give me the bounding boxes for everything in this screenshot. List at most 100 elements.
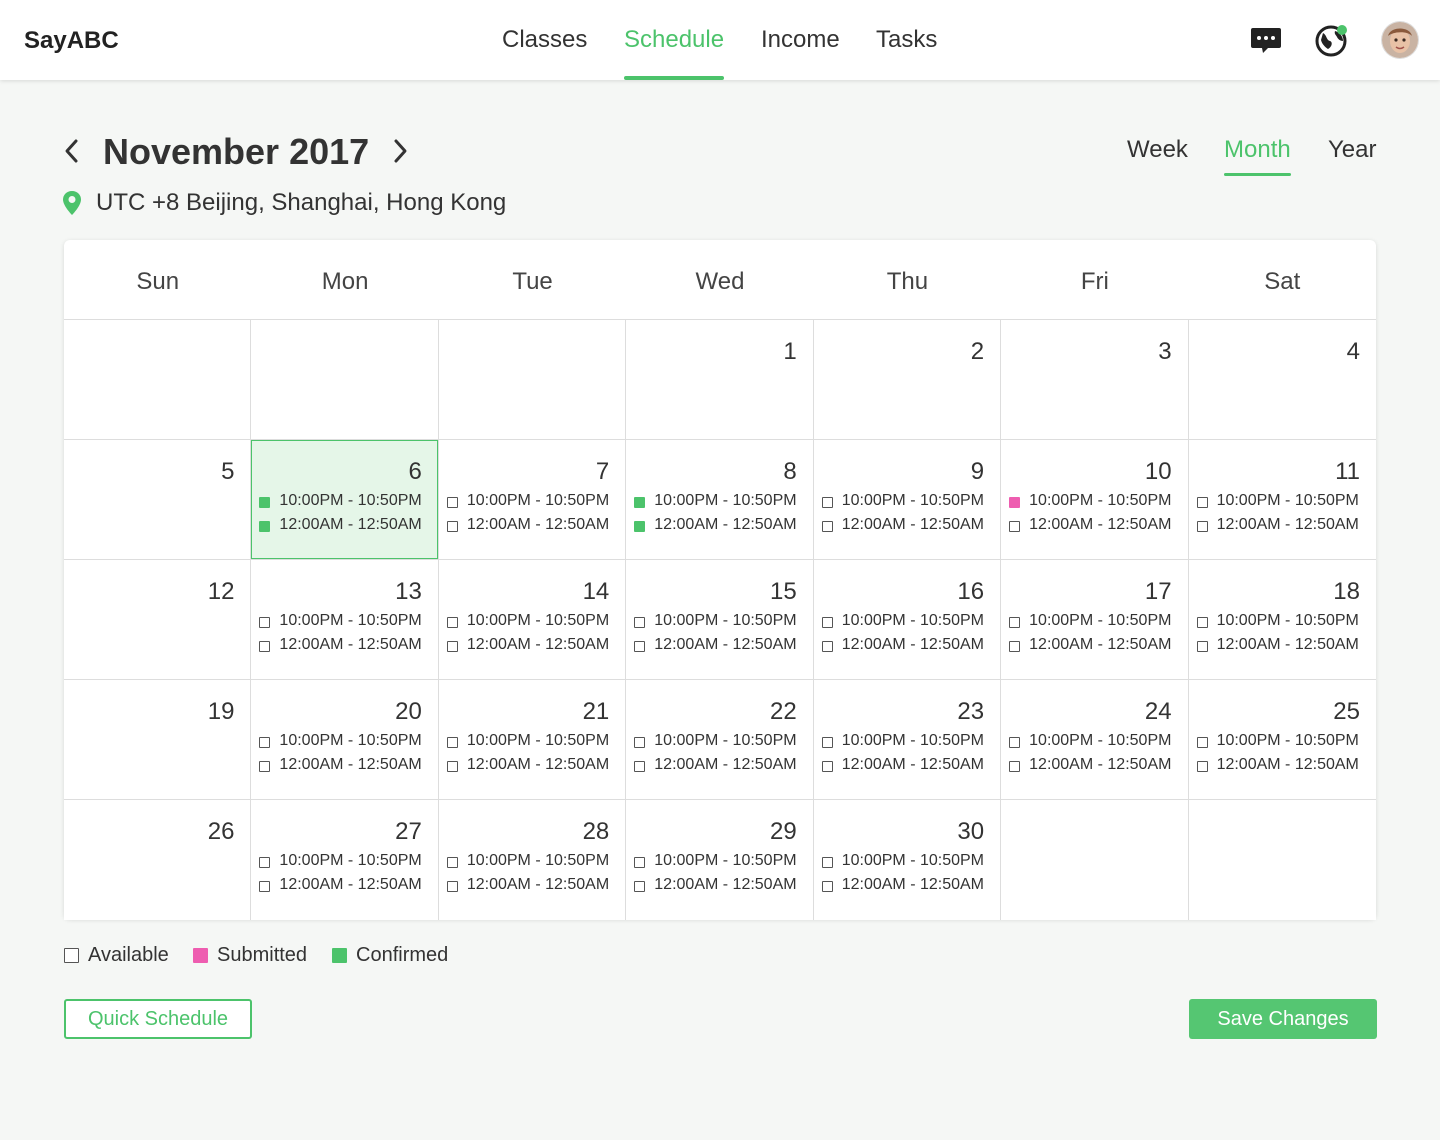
empty-day-cell[interactable] bbox=[1001, 800, 1189, 920]
day-cell-1[interactable]: 1 bbox=[626, 320, 814, 440]
slot-checkbox[interactable] bbox=[1009, 761, 1021, 772]
slot-checkbox[interactable] bbox=[634, 497, 646, 508]
slot-checkbox[interactable] bbox=[1009, 497, 1021, 508]
slot-checkbox[interactable] bbox=[446, 857, 458, 868]
day-cell-9[interactable]: 9 10:00PM - 10:50PM 12:00AM - 12:50AM bbox=[813, 440, 1002, 560]
slot-checkbox[interactable] bbox=[1009, 737, 1021, 748]
slot-checkbox[interactable] bbox=[259, 617, 271, 628]
day-cell-16[interactable]: 16 10:00PM - 10:50PM 12:00AM - 12:50AM bbox=[813, 560, 1002, 680]
empty-day-cell[interactable] bbox=[438, 320, 627, 440]
slot-checkbox[interactable] bbox=[259, 497, 271, 508]
slot-checkbox[interactable] bbox=[821, 617, 833, 628]
chat-icon[interactable] bbox=[1248, 22, 1284, 58]
slot-checkbox[interactable] bbox=[821, 521, 833, 532]
view-tab-week[interactable]: Week bbox=[1127, 136, 1188, 176]
slot-checkbox[interactable] bbox=[1009, 521, 1021, 532]
day-cell-18[interactable]: 18 10:00PM - 10:50PM 12:00AM - 12:50AM bbox=[1188, 560, 1376, 680]
slot-time-label: 12:00AM - 12:50AM bbox=[654, 636, 797, 653]
slot-checkbox[interactable] bbox=[634, 617, 646, 628]
slot-checkbox[interactable] bbox=[259, 761, 271, 772]
day-cell-25[interactable]: 25 10:00PM - 10:50PM 12:00AM - 12:50AM bbox=[1188, 680, 1376, 800]
day-cell-2[interactable]: 2 bbox=[813, 320, 1002, 440]
day-cell-27[interactable]: 27 10:00PM - 10:50PM 12:00AM - 12:50AM bbox=[251, 800, 439, 920]
slot-checkbox[interactable] bbox=[821, 857, 833, 868]
day-cell-13[interactable]: 13 10:00PM - 10:50PM 12:00AM - 12:50AM bbox=[251, 560, 439, 680]
slot-checkbox[interactable] bbox=[821, 737, 833, 748]
chevron-left-icon[interactable] bbox=[60, 136, 84, 166]
day-cell-19[interactable]: 19 bbox=[64, 680, 252, 800]
slot-checkbox[interactable] bbox=[1196, 617, 1208, 628]
day-cell-4[interactable]: 4 bbox=[1188, 320, 1376, 440]
slot-checkbox[interactable] bbox=[1196, 641, 1208, 652]
slot-checkbox[interactable] bbox=[446, 761, 458, 772]
slot-time-label: 10:00PM - 10:50PM bbox=[841, 492, 984, 509]
day-cell-14[interactable]: 14 10:00PM - 10:50PM 12:00AM - 12:50AM bbox=[438, 560, 627, 680]
day-cell-20[interactable]: 20 10:00PM - 10:50PM 12:00AM - 12:50AM bbox=[251, 680, 439, 800]
day-cell-22[interactable]: 22 10:00PM - 10:50PM 12:00AM - 12:50AM bbox=[626, 680, 814, 800]
slot-checkbox[interactable] bbox=[446, 521, 458, 532]
slot-checkbox[interactable] bbox=[446, 497, 458, 508]
slot-checkbox[interactable] bbox=[446, 641, 458, 652]
slot-checkbox[interactable] bbox=[259, 857, 271, 868]
day-cell-8[interactable]: 8 10:00PM - 10:50PM 12:00AM - 12:50AM bbox=[626, 440, 814, 560]
day-cell-24[interactable]: 24 10:00PM - 10:50PM 12:00AM - 12:50AM bbox=[1001, 680, 1189, 800]
empty-day-cell[interactable] bbox=[251, 320, 439, 440]
user-avatar[interactable] bbox=[1382, 22, 1418, 58]
nav-classes[interactable]: Classes bbox=[502, 26, 587, 80]
slot-checkbox[interactable] bbox=[1009, 617, 1021, 628]
slot-checkbox[interactable] bbox=[259, 641, 271, 652]
day-cell-10[interactable]: 10 10:00PM - 10:50PM 12:00AM - 12:50AM bbox=[1001, 440, 1189, 560]
day-cell-11[interactable]: 11 10:00PM - 10:50PM 12:00AM - 12:50AM bbox=[1188, 440, 1376, 560]
view-tab-year[interactable]: Year bbox=[1328, 136, 1377, 176]
day-cell-12[interactable]: 12 bbox=[64, 560, 252, 680]
slot-checkbox[interactable] bbox=[1009, 641, 1021, 652]
slot-checkbox[interactable] bbox=[259, 881, 271, 892]
day-cell-5[interactable]: 5 bbox=[64, 440, 252, 560]
slot-checkbox[interactable] bbox=[821, 497, 833, 508]
slot-checkbox[interactable] bbox=[1196, 497, 1208, 508]
slot-checkbox[interactable] bbox=[446, 617, 458, 628]
slot-checkbox[interactable] bbox=[821, 761, 833, 772]
slot-time-label: 12:00AM - 12:50AM bbox=[841, 756, 984, 773]
slot-checkbox[interactable] bbox=[1196, 761, 1208, 772]
slot-checkbox[interactable] bbox=[446, 881, 458, 892]
day-cell-28[interactable]: 28 10:00PM - 10:50PM 12:00AM - 12:50AM bbox=[438, 800, 627, 920]
day-cell-26[interactable]: 26 bbox=[64, 800, 252, 920]
nav-income[interactable]: Income bbox=[761, 26, 840, 80]
nav-schedule[interactable]: Schedule bbox=[624, 26, 725, 80]
slot-checkbox[interactable] bbox=[259, 737, 271, 748]
slot-checkbox[interactable] bbox=[1196, 521, 1208, 532]
slot-checkbox[interactable] bbox=[821, 881, 833, 892]
slot-checkbox[interactable] bbox=[1196, 737, 1208, 748]
chevron-right-icon[interactable] bbox=[388, 136, 412, 166]
nav-tasks[interactable]: Tasks bbox=[876, 26, 937, 80]
date-number: 19 bbox=[207, 698, 235, 725]
day-cell-3[interactable]: 3 bbox=[1001, 320, 1189, 440]
slot-checkbox[interactable] bbox=[634, 521, 646, 532]
slot-checkbox[interactable] bbox=[446, 737, 458, 748]
day-cell-29[interactable]: 29 10:00PM - 10:50PM 12:00AM - 12:50AM bbox=[626, 800, 814, 920]
slot-checkbox[interactable] bbox=[634, 737, 646, 748]
weekday-sun: Sun bbox=[136, 268, 180, 295]
slot-time-label: 10:00PM - 10:50PM bbox=[654, 612, 797, 629]
day-cell-21[interactable]: 21 10:00PM - 10:50PM 12:00AM - 12:50AM bbox=[438, 680, 627, 800]
slot-checkbox[interactable] bbox=[821, 641, 833, 652]
day-cell-17[interactable]: 17 10:00PM - 10:50PM 12:00AM - 12:50AM bbox=[1001, 560, 1189, 680]
slot-checkbox[interactable] bbox=[634, 857, 646, 868]
quick-schedule-button[interactable]: Quick Schedule bbox=[64, 999, 252, 1039]
save-changes-button[interactable]: Save Changes bbox=[1189, 999, 1377, 1039]
day-cell-23[interactable]: 23 10:00PM - 10:50PM 12:00AM - 12:50AM bbox=[813, 680, 1002, 800]
slot-checkbox[interactable] bbox=[634, 881, 646, 892]
empty-day-cell[interactable] bbox=[1188, 800, 1376, 920]
slot-checkbox[interactable] bbox=[634, 641, 646, 652]
day-cell-15[interactable]: 15 10:00PM - 10:50PM 12:00AM - 12:50AM bbox=[626, 560, 814, 680]
slot-checkbox[interactable] bbox=[259, 521, 271, 532]
view-tab-month[interactable]: Month bbox=[1224, 136, 1291, 176]
slot-checkbox[interactable] bbox=[634, 761, 646, 772]
day-cell-7[interactable]: 7 10:00PM - 10:50PM 12:00AM - 12:50AM bbox=[438, 440, 627, 560]
day-cell-6[interactable]: 6 10:00PM - 10:50PM 12:00AM - 12:50AM bbox=[251, 440, 439, 560]
globe-icon[interactable] bbox=[1313, 22, 1349, 58]
day-cell-30[interactable]: 30 10:00PM - 10:50PM 12:00AM - 12:50AM bbox=[813, 800, 1002, 920]
empty-day-cell[interactable] bbox=[64, 320, 252, 440]
slot-time-label: 12:00AM - 12:50AM bbox=[841, 636, 984, 653]
